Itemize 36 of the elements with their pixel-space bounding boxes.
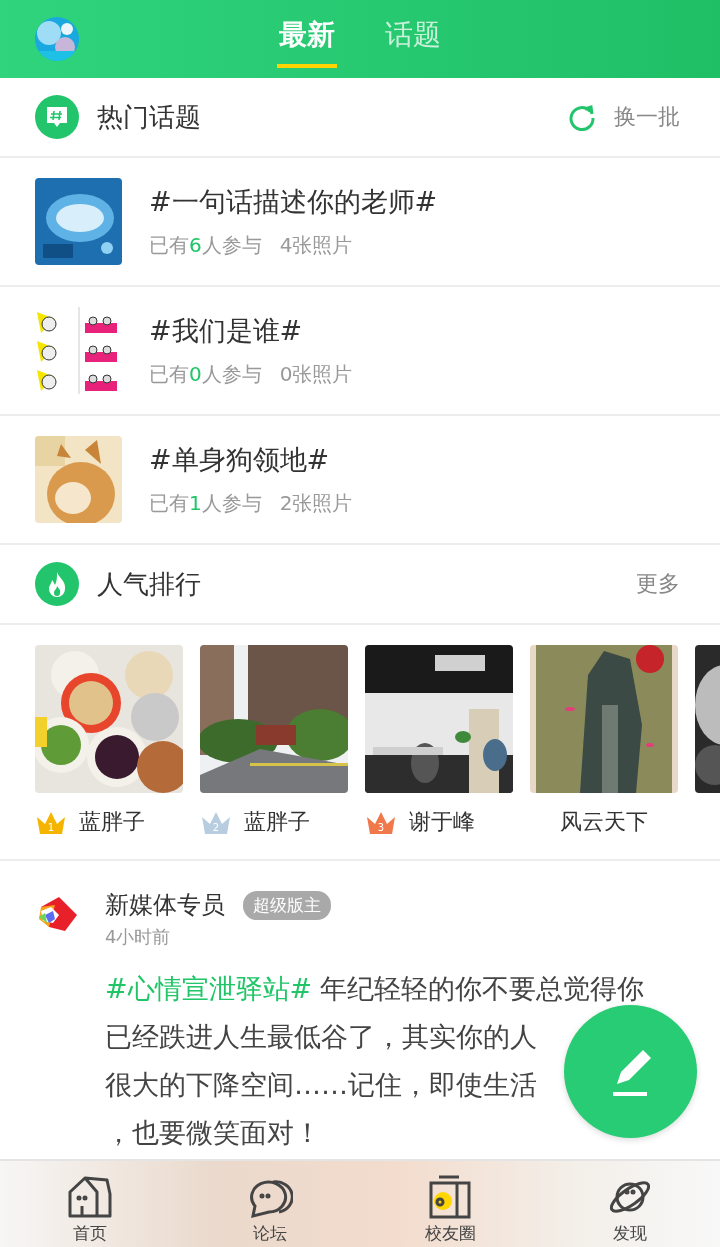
topic-row[interactable]: #一句话描述你的老师# 已有6人参与 4张照片	[0, 158, 720, 287]
topic-title: #单身狗领地#	[149, 443, 331, 477]
refresh-icon	[568, 103, 596, 131]
user-name: 蓝胖子	[79, 808, 145, 836]
post-text: #心情宣泄驿站# 年纪轻轻的你不要总觉得你	[105, 972, 645, 1006]
topic-row[interactable]: #我们是谁# 已有0人参与 0张照片	[0, 287, 720, 416]
nav-tab[interactable]: 论坛	[180, 1161, 360, 1247]
section-title: 热门话题	[97, 100, 202, 134]
role-badge: 超级版主	[243, 890, 331, 920]
nav-tab[interactable]: 校友圈	[360, 1161, 540, 1247]
nav-tab[interactable]: 首页	[0, 1161, 180, 1247]
refresh-button[interactable]: 换一批	[562, 101, 686, 133]
post-text: 已经跌进人生最低谷了，其实你的人	[105, 1020, 537, 1054]
participant-count: 已有0人参与	[149, 361, 262, 388]
flame-icon	[35, 562, 79, 606]
user-name: 蓝胖子	[244, 808, 310, 836]
more-link[interactable]: 更多	[630, 568, 686, 600]
post-text: 很大的下降空间……记住，即使生活	[105, 1068, 537, 1102]
author-name: 新媒体专员	[105, 890, 225, 921]
home-icon	[67, 1174, 113, 1220]
camera-icon	[427, 1174, 473, 1220]
participant-count: 已有1人参与	[149, 490, 262, 517]
topic-row[interactable]: #单身狗领地# 已有1人参与 2张照片	[0, 416, 720, 545]
topic-title: #我们是谁#	[149, 314, 304, 348]
nav-tab[interactable]: 发现	[540, 1161, 720, 1247]
hashtag-icon	[35, 95, 79, 139]
photo-count: 2张照片	[279, 490, 353, 517]
user-name: 谢于峰	[409, 808, 475, 836]
photo-count: 0张照片	[279, 361, 353, 388]
post-time: 4小时前	[105, 925, 172, 949]
photo-count: 4张照片	[279, 232, 353, 259]
section-title: 人气排行	[97, 567, 202, 601]
post-text: ，也要微笑面对！	[105, 1116, 321, 1150]
topic-title: #一句话描述你的老师#	[149, 185, 438, 219]
user-name: 风云天下	[560, 808, 648, 836]
participant-count: 已有6人参与	[149, 232, 262, 259]
